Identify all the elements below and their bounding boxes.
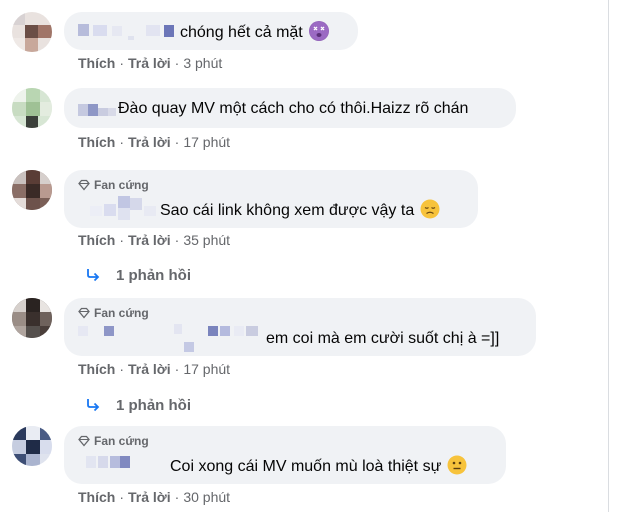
fan-badge: Fan cứng [78, 178, 149, 192]
comment-bubble: Đào quay MV một cách cho có thôi.Haizz r… [64, 88, 516, 128]
blurred-username [78, 24, 89, 36]
avatar[interactable] [12, 426, 52, 466]
reply-link[interactable]: Trả lời [128, 489, 171, 505]
like-link[interactable]: Thích [78, 361, 115, 377]
timestamp[interactable]: 17 phút [183, 361, 230, 377]
like-link[interactable]: Thích [78, 55, 115, 71]
dizzy-face-emoji-icon [308, 21, 329, 41]
reply-link[interactable]: Trả lời [128, 232, 171, 248]
avatar[interactable] [12, 298, 52, 338]
diamond-icon [78, 179, 90, 191]
comment-bubble: Fan cứng Coi xong cái MV muốn mù loà thi… [64, 426, 506, 484]
comment-bubble: Fan cứng Sao cái link không xem được vậy… [64, 170, 478, 228]
reply-link[interactable]: Trả lời [128, 361, 171, 377]
comment-actions: Thích · Trả lời · 17 phút [78, 134, 231, 150]
comment-text: Sao cái link không xem được vậy ta [160, 202, 415, 219]
diamond-icon [78, 435, 90, 447]
blurred-username [90, 206, 102, 216]
neutral-face-emoji-icon [447, 455, 467, 475]
fan-badge: Fan cứng [78, 434, 149, 448]
avatar[interactable] [12, 12, 52, 52]
timestamp[interactable]: 17 phút [183, 134, 230, 150]
blurred-username [86, 456, 96, 468]
avatar[interactable] [12, 170, 52, 210]
comment-actions: Thích · Trả lời · 3 phút [78, 55, 223, 71]
comment-actions: Thích · Trả lời · 35 phút [78, 232, 231, 248]
comment-actions: Thích · Trả lời · 17 phút [78, 361, 231, 377]
reply-link[interactable]: Trả lời [128, 55, 171, 71]
timestamp[interactable]: 3 phút [183, 55, 222, 71]
comment-bubble: chóng hết cả mặt [64, 12, 358, 50]
blurred-username [78, 326, 88, 336]
view-replies-link[interactable]: 1 phản hồi [86, 267, 191, 285]
reply-link[interactable]: Trả lời [128, 134, 171, 150]
comment-text: em coi mà em cười suốt chị à =]] [266, 330, 500, 347]
comment-actions: Thích · Trả lời · 30 phút [78, 489, 231, 505]
like-link[interactable]: Thích [78, 489, 115, 505]
disappointed-face-emoji-icon [420, 199, 440, 219]
timestamp[interactable]: 35 phút [183, 232, 230, 248]
comment-text: Coi xong cái MV muốn mù loà thiệt sự [170, 458, 442, 475]
comment-text: Đào quay MV một cách cho có thôi.Haizz r… [118, 100, 469, 117]
diamond-icon [78, 307, 90, 319]
reply-arrow-icon [87, 269, 100, 282]
like-link[interactable]: Thích [78, 232, 115, 248]
fan-badge: Fan cứng [78, 306, 149, 320]
view-replies-link[interactable]: 1 phản hồi [86, 397, 191, 415]
comment-text: chóng hết cả mặt [180, 24, 303, 41]
like-link[interactable]: Thích [78, 134, 115, 150]
avatar[interactable] [12, 88, 52, 128]
blurred-username [78, 104, 88, 116]
scroll-divider [608, 0, 609, 512]
comment-bubble: Fan cứng em coi mà em cười suốt chị à =]… [64, 298, 536, 356]
timestamp[interactable]: 30 phút [183, 489, 230, 505]
reply-arrow-icon [87, 399, 100, 412]
